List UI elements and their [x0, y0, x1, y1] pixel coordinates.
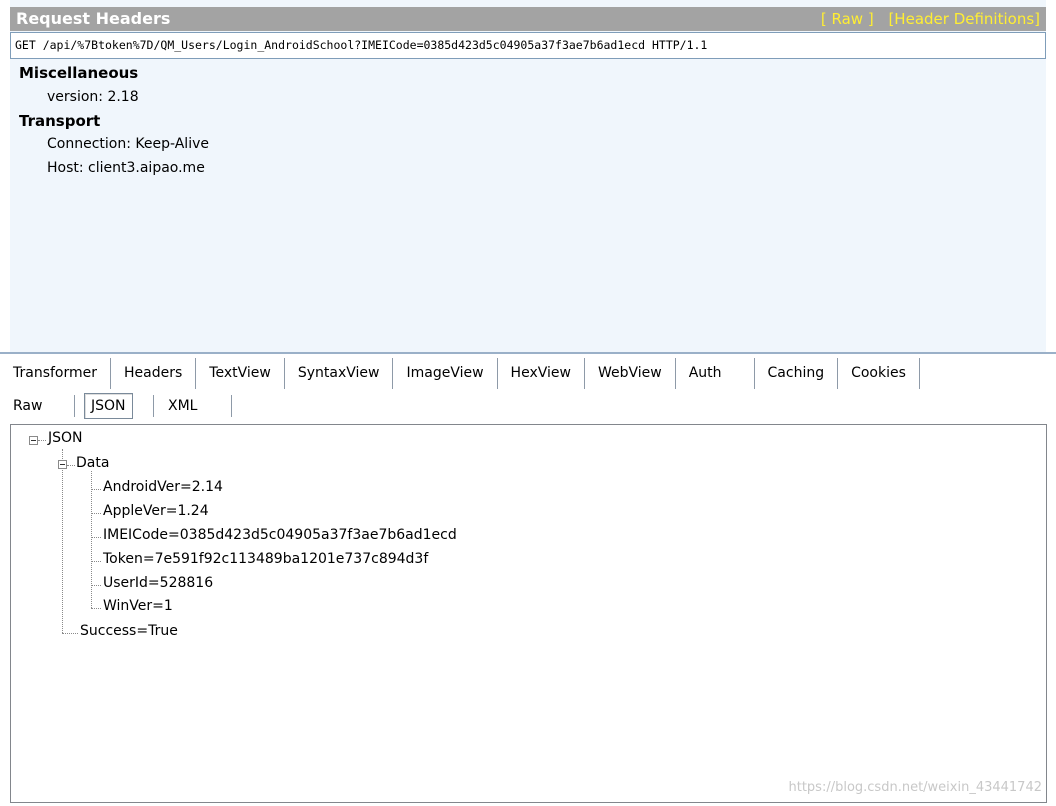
tab-hexview[interactable]: HexView	[498, 358, 585, 389]
tree-node-data[interactable]: Data	[76, 455, 109, 471]
tree-connector	[67, 465, 75, 466]
tree-node-userid[interactable]: UserId=528816	[103, 575, 213, 591]
tree-connector	[38, 440, 46, 441]
tree-node-imeicode[interactable]: IMEICode=0385d423d5c04905a37f3ae7b6ad1ec…	[103, 527, 457, 543]
tree-connector	[91, 561, 101, 562]
header-definitions-link[interactable]: [Header Definitions]	[888, 10, 1040, 28]
tab-syntaxview[interactable]: SyntaxView	[285, 358, 394, 389]
header-host[interactable]: Host: client3.aipao.me	[47, 160, 205, 176]
subtab-divider	[74, 395, 75, 417]
tree-node-applever[interactable]: AppleVer=1.24	[103, 503, 209, 519]
tree-connector	[91, 537, 101, 538]
json-tree-panel[interactable]: JSON Data AndroidVer=2.14 AppleVer=1.24 …	[10, 424, 1047, 803]
tree-connector	[91, 513, 101, 514]
tab-headers[interactable]: Headers	[111, 358, 197, 389]
group-transport[interactable]: Transport	[19, 112, 100, 130]
subtab-raw[interactable]: Raw	[13, 392, 42, 420]
response-inspector-tabs: Transformer Headers TextView SyntaxView …	[10, 358, 920, 390]
tree-node-success[interactable]: Success=True	[80, 623, 178, 639]
collapse-json-icon[interactable]	[29, 436, 38, 445]
subtab-json[interactable]: JSON	[84, 393, 133, 419]
tab-caching[interactable]: Caching	[755, 358, 839, 389]
tree-connector	[91, 585, 101, 586]
tree-node-json[interactable]: JSON	[48, 430, 83, 446]
tree-node-token[interactable]: Token=7e591f92c113489ba1201e737c894d3f	[103, 551, 428, 567]
header-connection[interactable]: Connection: Keep-Alive	[47, 136, 209, 152]
request-headers-title: Request Headers	[16, 9, 171, 28]
header-version[interactable]: version: 2.18	[47, 89, 139, 105]
collapse-data-icon[interactable]	[58, 460, 67, 469]
tree-connector	[62, 449, 63, 633]
tab-webview[interactable]: WebView	[585, 358, 676, 389]
group-miscellaneous[interactable]: Miscellaneous	[19, 64, 138, 82]
tree-connector	[62, 633, 78, 634]
tree-node-winver[interactable]: WinVer=1	[103, 598, 173, 614]
raw-link[interactable]: [ Raw ]	[821, 10, 874, 28]
subtab-xml[interactable]: XML	[168, 392, 197, 420]
request-headers-titlebar: Request Headers [ Raw ] [Header Definiti…	[10, 7, 1046, 31]
subtab-divider	[153, 395, 154, 417]
tab-textview[interactable]: TextView	[196, 358, 285, 389]
request-headers-panel: Request Headers [ Raw ] [Header Definiti…	[10, 0, 1046, 352]
tab-imageview[interactable]: ImageView	[393, 358, 498, 389]
watermark-text: https://blog.csdn.net/weixin_43441742	[788, 780, 1042, 795]
request-header-links: [ Raw ] [Header Definitions]	[811, 7, 1040, 31]
tab-cookies[interactable]: Cookies	[838, 358, 920, 389]
tab-transformer[interactable]: Transformer	[10, 358, 112, 389]
tree-connector	[91, 608, 101, 609]
tree-connector	[91, 471, 92, 608]
tree-connector	[91, 489, 101, 490]
tree-node-androidver[interactable]: AndroidVer=2.14	[103, 479, 223, 495]
tab-auth[interactable]: Auth	[676, 358, 755, 389]
subtab-divider	[231, 395, 232, 417]
request-line[interactable]: GET /api/%7Btoken%7D/QM_Users/Login_Andr…	[10, 32, 1046, 59]
